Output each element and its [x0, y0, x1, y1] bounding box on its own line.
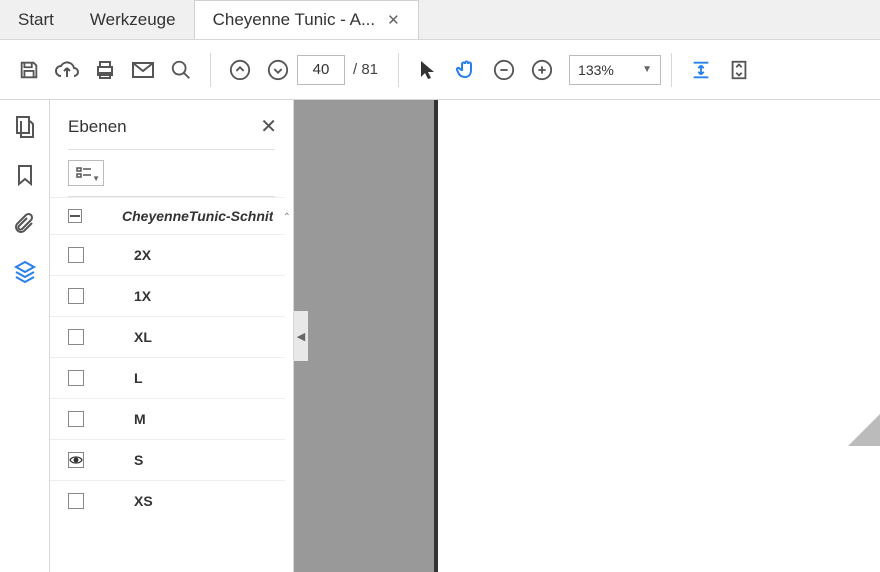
separator	[398, 53, 399, 87]
tab-close-icon[interactable]: ✕	[387, 11, 400, 29]
layer-group-label: CheyenneTunic-Schnit	[122, 208, 273, 224]
search-icon[interactable]	[162, 51, 200, 89]
layer-label: XS	[134, 493, 153, 509]
fit-width-icon[interactable]	[682, 51, 720, 89]
zoom-select[interactable]: 133% ▼	[569, 55, 661, 85]
tab-document-label: Cheyenne Tunic - A...	[213, 10, 376, 30]
scroll-up-icon[interactable]: ⌃	[283, 212, 291, 223]
layer-label: 1X	[134, 288, 151, 304]
layer-visibility-toggle[interactable]	[68, 288, 84, 304]
layer-label: L	[134, 370, 143, 386]
page-previous-edge	[294, 100, 434, 572]
fit-page-icon[interactable]	[720, 51, 758, 89]
layer-row[interactable]: 2X	[50, 234, 285, 275]
print-icon[interactable]	[86, 51, 124, 89]
layer-visibility-toggle[interactable]	[68, 370, 84, 386]
toolbar: / 81 133% ▼	[0, 40, 880, 100]
tab-tools[interactable]: Werkzeuge	[72, 0, 194, 39]
page-down-icon[interactable]	[259, 51, 297, 89]
layer-label: S	[134, 452, 143, 468]
attachment-icon[interactable]	[10, 208, 40, 238]
tab-document[interactable]: Cheyenne Tunic - A... ✕	[194, 0, 419, 39]
zoom-in-icon[interactable]	[523, 51, 561, 89]
tab-bar: Start Werkzeuge Cheyenne Tunic - A... ✕	[0, 0, 880, 40]
page-total-label: / 81	[353, 61, 378, 78]
thumbnails-icon[interactable]	[10, 112, 40, 142]
layer-visibility-toggle[interactable]	[68, 247, 84, 263]
layer-row[interactable]: XL	[50, 316, 285, 357]
layer-label: 2X	[134, 247, 151, 263]
page-corner-shadow	[848, 414, 880, 446]
layer-visibility-toggle[interactable]	[68, 329, 84, 345]
separator	[210, 53, 211, 87]
layer-visibility-toggle[interactable]	[68, 452, 84, 468]
layer-row[interactable]: M	[50, 398, 285, 439]
panel-title: Ebenen	[68, 117, 127, 137]
layers-panel: Ebenen ✕ ▼ ⌃ CheyenneTunic-Schnit 2X 1X XL…	[50, 100, 294, 572]
document-area[interactable]: ◀	[294, 100, 880, 572]
hand-tool-icon[interactable]	[447, 51, 485, 89]
layer-row[interactable]: 1X	[50, 275, 285, 316]
page-total-value: 81	[361, 61, 378, 78]
mail-icon[interactable]	[124, 51, 162, 89]
layer-group-header[interactable]: CheyenneTunic-Schnit	[50, 197, 285, 234]
layer-visibility-toggle[interactable]	[68, 411, 84, 427]
page-number-input[interactable]	[297, 55, 345, 85]
side-rail	[0, 100, 50, 572]
page-canvas	[434, 100, 880, 572]
layers-icon[interactable]	[10, 256, 40, 286]
layer-label: XL	[134, 329, 152, 345]
layer-row[interactable]: S	[50, 439, 285, 480]
panel-options-button[interactable]: ▼	[68, 160, 104, 186]
layers-list: CheyenneTunic-Schnit 2X 1X XL L M S XS	[50, 197, 293, 572]
bookmark-icon[interactable]	[10, 160, 40, 190]
zoom-value: 133%	[578, 62, 614, 78]
tab-start-label: Start	[18, 10, 54, 30]
save-icon[interactable]	[10, 51, 48, 89]
layer-visibility-toggle[interactable]	[68, 493, 84, 509]
zoom-out-icon[interactable]	[485, 51, 523, 89]
tab-start[interactable]: Start	[0, 0, 72, 39]
cloud-upload-icon[interactable]	[48, 51, 86, 89]
layer-label: M	[134, 411, 146, 427]
tab-tools-label: Werkzeuge	[90, 10, 176, 30]
layer-row[interactable]: L	[50, 357, 285, 398]
chevron-down-icon: ▼	[642, 64, 652, 75]
collapse-group-icon[interactable]	[68, 209, 82, 223]
panel-close-icon[interactable]: ✕	[260, 114, 277, 139]
layer-row[interactable]: XS	[50, 480, 285, 521]
page-up-icon[interactable]	[221, 51, 259, 89]
collapse-panel-handle[interactable]: ◀	[294, 311, 308, 361]
select-tool-icon[interactable]	[409, 51, 447, 89]
separator	[671, 53, 672, 87]
